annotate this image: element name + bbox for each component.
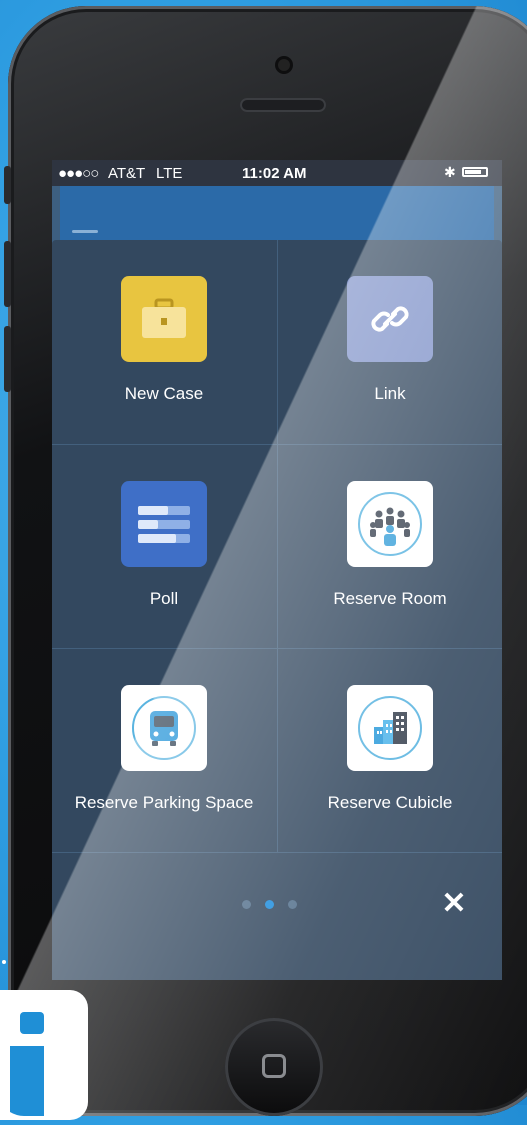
signal-strength: ●●●○○ [58, 165, 99, 182]
close-icon[interactable]: ✕ [440, 889, 468, 919]
page-dot[interactable] [288, 900, 297, 909]
new-case-action[interactable]: New Case [52, 240, 276, 444]
page-indicator[interactable] [242, 900, 297, 909]
mute-switch [4, 166, 11, 204]
reserve-cubicle-action[interactable]: Reserve Cubicle [278, 649, 502, 853]
volume-up-button [4, 241, 11, 307]
poll-action[interactable]: Poll [52, 445, 276, 649]
network-type: LTE [156, 165, 183, 182]
meeting-room-icon [347, 481, 433, 567]
page-dot-active[interactable] [265, 900, 274, 909]
menu-icon[interactable] [72, 230, 98, 233]
decorative-dot [2, 960, 6, 964]
action-grid: New Case Link Poll Reserve Room Reserve … [52, 240, 502, 853]
action-label: Link [374, 384, 406, 403]
volume-down-button [4, 326, 11, 392]
page-dot[interactable] [242, 900, 251, 909]
poll-icon [121, 481, 207, 567]
reserve-room-action[interactable]: Reserve Room [278, 445, 502, 649]
action-label: Reserve Room [333, 589, 447, 608]
app-header [60, 186, 494, 242]
bluetooth-icon: ✱ [444, 164, 456, 180]
brand-logo [0, 990, 88, 1120]
battery-icon [462, 167, 488, 177]
link-icon [347, 276, 433, 362]
earpiece-speaker [240, 98, 326, 112]
action-label: Reserve Parking Space [74, 793, 254, 812]
action-label: New Case [124, 384, 204, 403]
phone-screen: ●●●○○ AT&T LTE 11:02 AM ✱ New Case Link … [52, 160, 502, 980]
front-camera [278, 59, 290, 71]
reserve-parking-action[interactable]: Reserve Parking Space [52, 649, 276, 853]
action-label: Poll [149, 589, 179, 608]
home-square-icon [262, 1054, 286, 1078]
action-launcher-panel: New Case Link Poll Reserve Room Reserve … [52, 240, 502, 980]
buildings-icon [347, 685, 433, 771]
bus-icon [121, 685, 207, 771]
carrier-name: AT&T [108, 165, 146, 182]
link-action[interactable]: Link [278, 240, 502, 444]
clock: 11:02 AM [242, 165, 307, 182]
status-bar: ●●●○○ AT&T LTE 11:02 AM ✱ [52, 160, 502, 186]
briefcase-icon [121, 276, 207, 362]
home-button[interactable] [225, 1018, 323, 1116]
action-label: Reserve Cubicle [327, 793, 453, 812]
